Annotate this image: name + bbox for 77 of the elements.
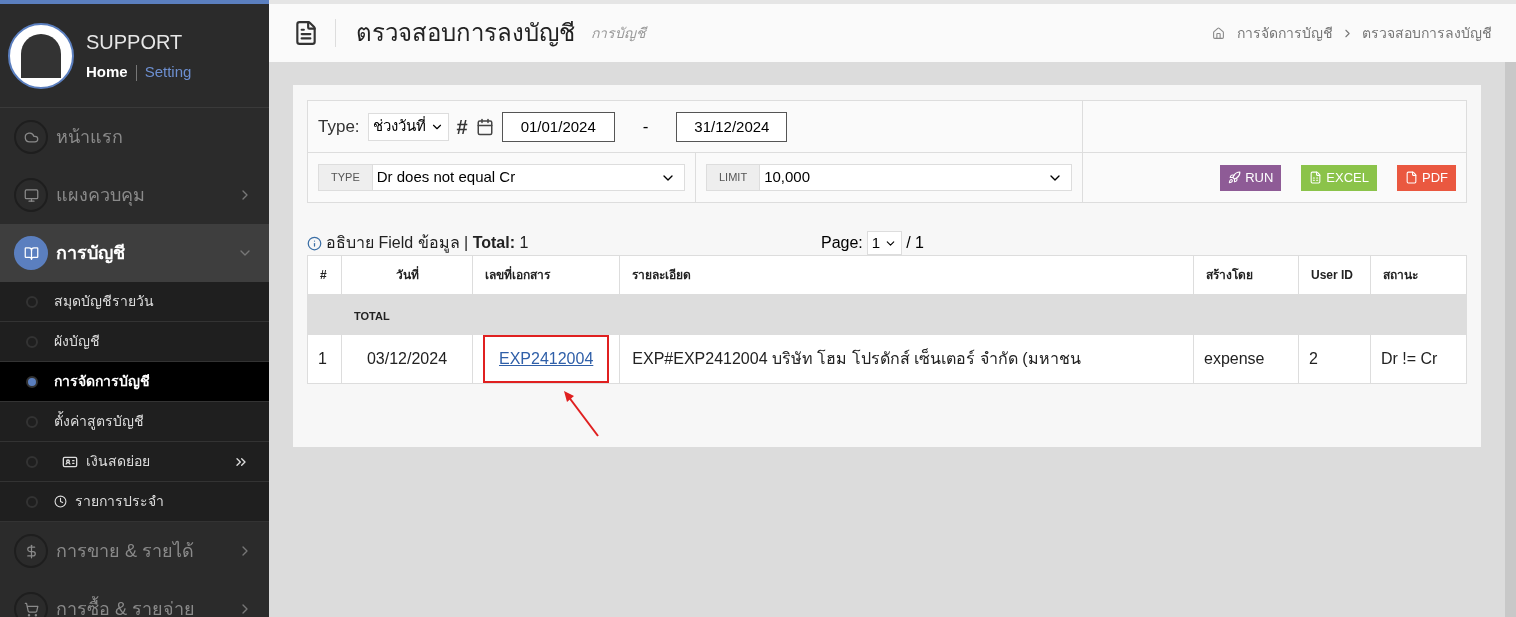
submenu-label: การจัดการบัญชี [54, 372, 151, 392]
submenu-label: ตั้งค่าสูตรบัญชี [54, 411, 145, 432]
date-from-field[interactable]: 01/01/2024 [501, 111, 615, 142]
menu-label: การบัญชี [56, 241, 126, 266]
menu-icon [14, 236, 48, 270]
bullet-icon [26, 375, 38, 388]
column-header: User ID [1298, 255, 1371, 295]
table-cell: 2 [1298, 334, 1371, 384]
submenu-label: รายการประจำ [75, 492, 165, 511]
table-cell: Dr != Cr [1370, 334, 1467, 384]
submenu-item[interactable]: รายการประจำ [0, 482, 269, 522]
submenu-item[interactable]: สมุดบัญชีรายวัน [0, 282, 269, 322]
page-subtitle: การบัญชี [591, 23, 649, 44]
select-field[interactable]: TYPE Dr does not equal Cr [318, 164, 685, 191]
select-field[interactable]: LIMIT 10,000 [706, 164, 1072, 191]
menu-icon [14, 178, 48, 212]
menu-label: หน้าแรก [56, 125, 124, 149]
sidebar-item[interactable]: แผงควบคุม [0, 166, 269, 224]
sidebar-item[interactable]: การบัญชี [0, 224, 269, 282]
sidebar-item[interactable]: หน้าแรก [0, 108, 269, 166]
type-dropdown[interactable]: ช่วงวันที่ [367, 112, 449, 141]
menu-label: การขาย & รายได้ [56, 539, 195, 563]
submenu-label: เงินสดย่อย [86, 452, 151, 471]
page-total: / 1 [906, 233, 924, 253]
info-icon [307, 235, 322, 251]
user-name: SUPPORT [86, 30, 184, 56]
table-cell: EXP#EXP2412004 บริษัท โฮม โปรดักส์ เซ็นเตอร์ จำกัด (มหาชน [619, 334, 1194, 384]
clock-icon [54, 495, 67, 508]
column-header: เลขที่เอกสาร [472, 255, 620, 295]
page-dropdown[interactable]: 1 [866, 231, 903, 255]
column-header: สถานะ [1370, 255, 1467, 295]
field-info-text: อธิบาย Field ข้อมูล | Total: 1 [326, 233, 529, 255]
table-cell: 1 [307, 334, 342, 384]
avatar-silhouette [21, 33, 61, 78]
submenu-label: ผังบัญชี [54, 332, 101, 351]
date-to-field[interactable]: 31/12/2024 [676, 111, 788, 142]
menu-label: แผงควบคุม [56, 183, 146, 208]
user-link[interactable]: Setting [144, 61, 192, 84]
total-label: TOTAL [354, 309, 390, 322]
sidebar-item[interactable]: การซื้อ & รายจ่าย [0, 580, 269, 617]
menu-icon [14, 120, 48, 154]
column-header: สร้างโดย [1193, 255, 1299, 295]
menu-icon [14, 534, 48, 568]
submenu-item[interactable]: การจัดการบัญชี [0, 362, 269, 402]
breadcrumb-link[interactable]: การจัดการบัญชี [1237, 22, 1333, 44]
date-separator: - [642, 115, 649, 138]
hash-label: # [456, 114, 468, 140]
button-icon [1228, 171, 1242, 184]
select-value: Dr does not equal Cr [375, 167, 517, 188]
select-addon: LIMIT [707, 165, 761, 190]
column-header: วันที่ [341, 255, 473, 295]
menu-label: การซื้อ & รายจ่าย [56, 595, 196, 617]
submenu-item[interactable]: ตั้งค่าสูตรบัญชี [0, 402, 269, 442]
calendar-icon [475, 117, 494, 136]
button-icon [1309, 171, 1323, 184]
page-title: ตรวจสอบการลงบัญชี [356, 18, 575, 49]
breadcrumb-link[interactable]: ตรวจสอบการลงบัญชี [1362, 22, 1492, 44]
home-icon [1212, 26, 1225, 40]
action-button[interactable]: RUN [1220, 164, 1282, 191]
submenu-item[interactable]: ผังบัญชี [0, 322, 269, 362]
select-value: 10,000 [763, 167, 811, 188]
button-icon [1405, 171, 1418, 184]
table-cell: expense [1193, 334, 1299, 384]
table-cell: 03/12/2024 [341, 334, 473, 384]
action-button[interactable]: PDF [1397, 164, 1456, 191]
type-label: Type: [318, 115, 360, 138]
menu-icon [14, 592, 48, 617]
submenu-item[interactable]: เงินสดย่อย [0, 442, 269, 482]
document-link[interactable]: EXP2412004 [499, 350, 594, 367]
user-link[interactable]: Home [86, 61, 128, 84]
document-icon [293, 20, 319, 46]
sidebar-item[interactable]: การขาย & รายได้ [0, 522, 269, 580]
select-addon: TYPE [319, 165, 373, 190]
submenu-label: สมุดบัญชีรายวัน [54, 292, 155, 312]
page-label: Page: [821, 233, 863, 253]
column-header: # [307, 255, 342, 295]
column-header: รายละเอียด [619, 255, 1194, 295]
